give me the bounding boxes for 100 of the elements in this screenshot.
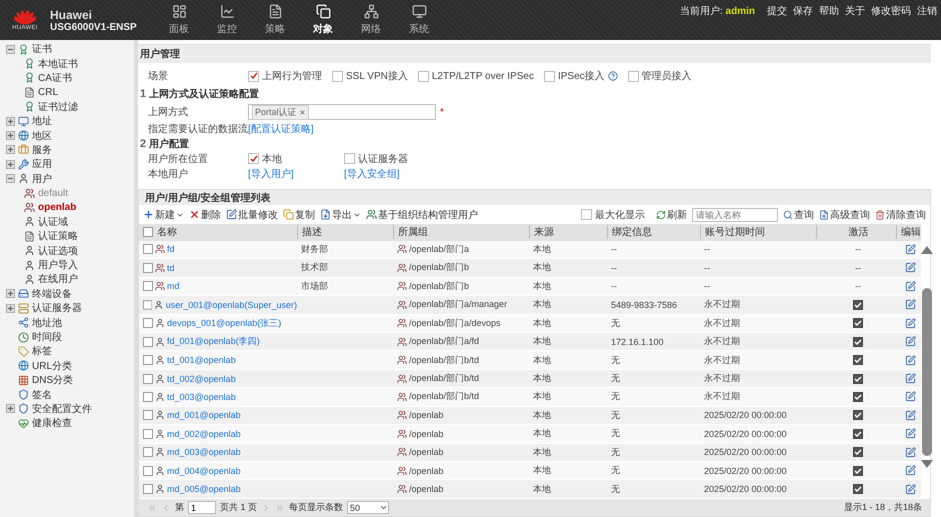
toolbar-button[interactable]: 导出 (320, 208, 361, 222)
checked-checkbox[interactable] (853, 484, 863, 494)
nav-tab[interactable]: 系统 (395, 0, 443, 40)
access-mode-tag[interactable]: Portal认证 (252, 104, 309, 120)
tree-item[interactable]: 签名 (32, 388, 52, 402)
name-link[interactable]: md (167, 281, 180, 292)
page-size-select[interactable]: 50 (347, 501, 390, 514)
tree-item[interactable]: URL分类 (32, 358, 72, 373)
checked-checkbox[interactable] (853, 410, 863, 420)
header-link[interactable]: 帮助 (819, 4, 839, 18)
edit-icon[interactable] (905, 428, 916, 440)
name-link[interactable]: td (167, 262, 175, 273)
checkbox[interactable] (418, 70, 429, 82)
checkbox[interactable] (143, 281, 153, 292)
expand-icon[interactable] (6, 304, 15, 313)
tree-item[interactable]: 认证选项 (38, 244, 78, 258)
checkbox[interactable] (248, 153, 259, 164)
refresh-button[interactable]: 刷新 (656, 208, 687, 222)
name-link[interactable]: fd (167, 244, 175, 254)
checked-checkbox[interactable] (853, 318, 863, 328)
checkbox[interactable] (143, 392, 153, 402)
toolbar-button[interactable]: 基于组织结构管理用户 (366, 208, 478, 222)
tree-item[interactable]: 认证服务器 (32, 301, 82, 316)
nav-tab[interactable]: 策略 (251, 0, 299, 40)
edit-icon[interactable] (905, 391, 916, 402)
tree-item[interactable]: 地区 (32, 128, 52, 143)
import-link[interactable]: [导入用户] (248, 168, 294, 180)
checkbox[interactable] (143, 428, 153, 439)
tree-item[interactable]: 证书 (32, 42, 52, 56)
tree-item[interactable]: 终端设备 (32, 286, 72, 301)
name-link[interactable]: td_003@openlab (167, 392, 236, 402)
name-link[interactable]: md_001@openlab (167, 410, 241, 420)
toolbar-button[interactable]: 批量修改 (226, 208, 278, 222)
edit-icon[interactable] (905, 280, 916, 292)
tree-item[interactable]: 在线用户 (38, 272, 78, 286)
tree-item[interactable]: CRL (38, 86, 58, 98)
tree-item[interactable]: CA证书 (38, 70, 72, 85)
name-link[interactable]: md_005@openlab (167, 484, 241, 494)
checkbox[interactable] (143, 262, 153, 273)
checked-checkbox[interactable] (853, 447, 863, 458)
edit-icon[interactable] (905, 336, 916, 348)
checkbox[interactable] (143, 355, 153, 366)
search-field[interactable]: 请输入名称 (692, 208, 778, 222)
name-link[interactable]: td_002@openlab (167, 374, 236, 384)
checkbox[interactable] (143, 484, 153, 494)
toolbar-button[interactable]: 新建 (143, 208, 184, 222)
checkbox[interactable] (248, 70, 259, 82)
edit-icon[interactable] (905, 318, 916, 329)
nav-tab[interactable]: 监控 (203, 0, 251, 40)
expand-icon[interactable] (6, 131, 15, 140)
tree-item[interactable]: openlab (38, 202, 76, 213)
checkbox[interactable] (143, 466, 153, 476)
tree-item[interactable]: 证书过滤 (38, 100, 78, 114)
name-link[interactable]: md_003@openlab (167, 447, 241, 458)
header-link[interactable]: 保存 (793, 4, 813, 18)
checkbox[interactable] (344, 153, 355, 164)
checkbox[interactable] (143, 300, 152, 310)
tree-item[interactable]: 安全配置文件 (32, 402, 92, 416)
tree-item[interactable]: 服务 (32, 142, 52, 157)
collapse-icon[interactable] (6, 44, 15, 54)
tree-item[interactable]: 认证域 (38, 214, 68, 229)
help-icon[interactable] (608, 71, 618, 81)
edit-icon[interactable] (905, 410, 916, 421)
edit-icon[interactable] (905, 244, 916, 255)
header-link[interactable]: 修改密码 (871, 4, 911, 18)
tree-item[interactable]: 标签 (32, 344, 52, 358)
checkbox[interactable] (544, 70, 555, 82)
tree-item[interactable]: 地址池 (32, 316, 62, 330)
edit-icon[interactable] (905, 484, 916, 495)
checkbox[interactable] (143, 447, 153, 458)
checkbox[interactable] (143, 244, 153, 254)
tree-item[interactable]: DNS分类 (32, 373, 74, 388)
header-link[interactable]: 关于 (845, 4, 865, 18)
header-link[interactable]: 注销 (917, 4, 937, 18)
toolbar-button[interactable]: 复制 (283, 208, 315, 222)
nav-tab[interactable]: 网络 (347, 0, 395, 40)
search-tool-button[interactable]: 清除查询 (875, 208, 926, 222)
configure-policy-link[interactable]: [配置认证策略] (248, 122, 314, 136)
edit-icon[interactable] (905, 299, 916, 310)
checked-checkbox[interactable] (853, 300, 863, 310)
tree-item[interactable]: 认证策略 (38, 229, 78, 244)
tree-item[interactable]: 应用 (32, 157, 52, 172)
edit-icon[interactable] (905, 373, 916, 384)
page-field[interactable]: 1 (188, 501, 216, 514)
name-link[interactable]: devops_001@openlab(张三) (167, 316, 282, 330)
tree-item[interactable]: 用户导入 (38, 258, 78, 272)
tree-item[interactable]: 健康检查 (32, 416, 72, 430)
tree-item[interactable]: 地址 (32, 114, 52, 128)
header-link[interactable]: 提交 (767, 4, 787, 18)
edit-icon[interactable] (905, 354, 916, 366)
tree-item[interactable]: 用户 (32, 172, 52, 186)
toolbar-button[interactable]: 删除 (189, 208, 221, 222)
checked-checkbox[interactable] (853, 374, 863, 384)
checkbox[interactable] (143, 318, 153, 328)
expand-icon[interactable] (6, 160, 15, 169)
checked-checkbox[interactable] (853, 428, 863, 439)
checkbox[interactable] (332, 70, 343, 82)
remove-icon[interactable] (298, 108, 306, 116)
name-link[interactable]: td_001@openlab (167, 355, 236, 366)
checkbox[interactable] (581, 209, 592, 220)
